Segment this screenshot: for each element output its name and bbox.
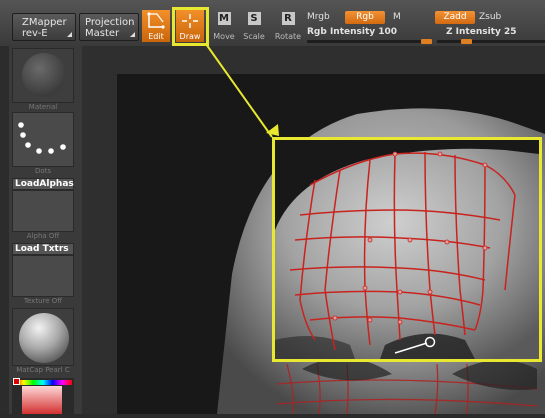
move-tool-button[interactable]: M Move	[210, 10, 238, 42]
saturation-field[interactable]	[22, 386, 62, 414]
material-thumbnail[interactable]	[12, 48, 74, 103]
rotate-icon: R	[281, 12, 295, 25]
z-intensity-value: 25	[503, 27, 517, 37]
stroke-label: Dots	[34, 167, 52, 175]
projection-master-button[interactable]: Projection Master	[79, 13, 139, 41]
m-toggle[interactable]: M	[393, 12, 401, 22]
draw-highlight-box	[172, 7, 209, 46]
matcap-thumbnail[interactable]	[12, 308, 74, 366]
color-picker[interactable]	[12, 378, 74, 414]
matcap-label: MatCap Pearl C	[16, 366, 70, 374]
zmapper-button[interactable]: ZMapper rev-E	[12, 13, 76, 41]
load-alphas-button[interactable]: LoadAlphas	[12, 178, 74, 190]
z-intensity-label: Z Intensity	[446, 27, 501, 37]
alpha-label: Alpha Off	[26, 232, 60, 240]
edit-icon	[147, 12, 165, 29]
color-swatch[interactable]	[13, 378, 20, 385]
z-intensity-track	[437, 40, 545, 43]
mrgb-toggle[interactable]: Mrgb	[307, 12, 330, 22]
move-icon: M	[217, 12, 231, 25]
material-sphere	[22, 53, 66, 97]
projection-label: Projection	[85, 17, 135, 28]
rotate-tool-button[interactable]: R Rotate	[274, 10, 302, 42]
hue-strip[interactable]	[14, 380, 72, 385]
zoom-inset	[272, 137, 542, 362]
stroke-thumbnail[interactable]	[12, 112, 74, 167]
material-label: Material	[28, 103, 58, 111]
texture-thumbnail[interactable]	[12, 255, 74, 297]
mesh-closeup	[275, 148, 539, 359]
zmapper-sub-label: rev-E	[22, 28, 48, 39]
load-textures-button[interactable]: Load Txtrs	[12, 243, 74, 255]
texture-label: Texture Off	[23, 297, 63, 305]
dots-stroke-icon	[18, 122, 66, 154]
rgb-intensity-label: Rgb Intensity	[307, 27, 376, 37]
rotate-tool-label: Rotate	[274, 32, 302, 41]
top-toolbar: ZMapper rev-E Projection Master Edit Dra…	[0, 0, 545, 47]
sidebar-scroll-strip[interactable]	[0, 46, 9, 414]
matcap-sphere	[19, 313, 69, 363]
zsub-toggle[interactable]: Zsub	[479, 12, 501, 22]
zadd-toggle[interactable]: Zadd	[435, 11, 475, 24]
scale-icon: S	[247, 12, 261, 25]
edit-tool-label: Edit	[148, 32, 164, 41]
move-tool-label: Move	[213, 32, 235, 41]
zmapper-label: ZMapper	[22, 17, 67, 28]
rgb-intensity-track	[307, 40, 432, 43]
edit-tool-button[interactable]: Edit	[142, 10, 170, 42]
scale-tool-button[interactable]: S Scale	[240, 10, 268, 42]
z-intensity-knob[interactable]	[461, 39, 473, 44]
corner-arrow-icon	[67, 32, 72, 37]
rgb-intensity-value: 100	[378, 27, 398, 37]
scale-tool-label: Scale	[243, 32, 265, 41]
alpha-thumbnail[interactable]	[12, 190, 74, 232]
rgb-toggle[interactable]: Rgb	[345, 11, 385, 24]
rgb-intensity-knob[interactable]	[421, 39, 432, 44]
corner-arrow-icon	[130, 32, 135, 37]
